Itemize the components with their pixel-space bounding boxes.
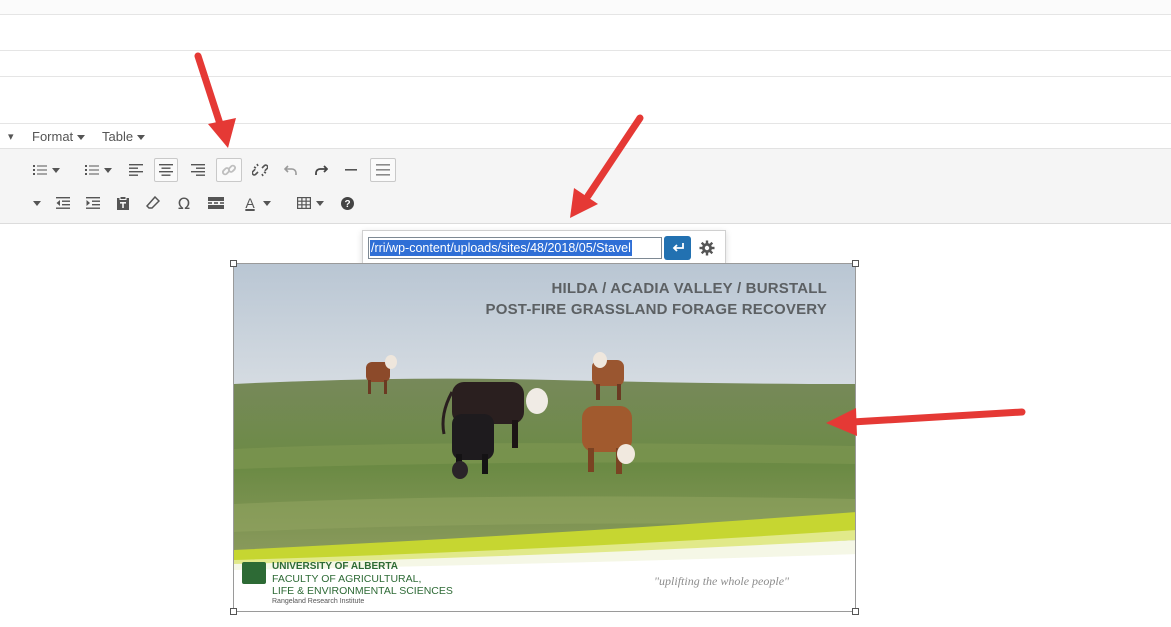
slide-tagline: "uplifting the whole people"	[654, 574, 790, 588]
divider	[0, 76, 1171, 77]
apply-link-button[interactable]	[664, 236, 691, 260]
faculty-line1: FACULTY OF AGRICULTURAL,	[272, 573, 422, 585]
bullet-list-icon	[32, 165, 47, 175]
read-more-button[interactable]	[204, 191, 228, 215]
align-left-icon	[129, 164, 143, 176]
numbered-list-icon	[84, 165, 99, 175]
read-more-icon	[208, 197, 224, 209]
special-character-button[interactable]: Ω	[172, 191, 196, 215]
chevron-down-icon	[315, 200, 324, 206]
unlink-icon	[252, 163, 268, 177]
slide-title-line1: HILDA / ACADIA VALLEY / BURSTALL	[551, 280, 827, 297]
menu-insert-caret[interactable]: ▾	[8, 130, 14, 143]
svg-text:?: ?	[344, 199, 350, 210]
inline-link-popup: /rri/wp-content/uploads/sites/48/2018/05…	[362, 230, 726, 264]
annotation-arrow-icon	[194, 52, 236, 148]
omega-icon: Ω	[177, 193, 191, 213]
outdent-icon	[56, 197, 70, 209]
menu-table-label: Table	[102, 129, 134, 144]
paragraph-format-dropdown[interactable]	[28, 191, 46, 215]
table-button[interactable]	[290, 191, 330, 215]
university-crest-icon	[242, 562, 266, 584]
institute-name: Rangeland Research Institute	[272, 598, 365, 605]
help-button[interactable]: ?	[336, 191, 358, 215]
bullet-list-button[interactable]	[26, 158, 66, 182]
numbered-list-button[interactable]	[78, 158, 118, 182]
chevron-down-icon	[77, 135, 86, 140]
help-icon: ?	[340, 196, 354, 210]
enter-arrow-icon	[672, 243, 684, 252]
chevron-down-icon	[51, 167, 60, 173]
align-center-icon	[159, 164, 173, 176]
indent-button[interactable]	[82, 191, 104, 215]
resize-handle-bottom-right[interactable]	[852, 608, 859, 615]
outdent-button[interactable]	[52, 191, 74, 215]
chevron-down-icon	[137, 135, 146, 140]
paste-as-text-button[interactable]	[112, 191, 134, 215]
text-color-button[interactable]: A	[236, 191, 280, 215]
align-center-button[interactable]	[154, 158, 178, 182]
university-name: UNIVERSITY OF ALBERTA	[272, 561, 398, 572]
table-icon	[296, 197, 311, 209]
insert-link-button[interactable]	[216, 158, 242, 182]
align-right-icon	[191, 164, 205, 176]
paste-as-text-icon	[117, 195, 129, 210]
divider	[0, 50, 1171, 51]
align-right-button[interactable]	[186, 158, 210, 182]
undo-icon	[284, 165, 297, 175]
align-left-button[interactable]	[124, 158, 148, 182]
annotation-arrow-icon	[570, 114, 644, 218]
menu-format[interactable]: Format	[32, 129, 86, 144]
resize-handle-top-right[interactable]	[852, 260, 859, 267]
chevron-down-icon	[262, 200, 271, 206]
clear-formatting-button[interactable]	[142, 191, 164, 215]
chevron-down-icon	[103, 167, 112, 173]
indent-icon	[86, 197, 100, 209]
menu-table[interactable]: Table	[102, 129, 146, 144]
resize-handle-bottom-left[interactable]	[230, 608, 237, 615]
link-settings-button[interactable]	[696, 237, 718, 259]
clear-formatting-icon	[146, 196, 160, 209]
toolbar-toggle-button[interactable]	[370, 158, 396, 182]
insert-link-icon	[221, 164, 237, 176]
horizontal-line-button[interactable]	[340, 158, 362, 182]
redo-button[interactable]	[310, 158, 332, 182]
link-url-input[interactable]: /rri/wp-content/uploads/sites/48/2018/05…	[368, 237, 662, 259]
undo-button[interactable]	[280, 158, 302, 182]
redo-icon	[315, 165, 328, 175]
chevron-down-icon	[33, 200, 41, 206]
gear-icon	[699, 240, 715, 256]
text-color-icon: A	[245, 195, 255, 211]
annotation-arrow-icon	[826, 408, 1026, 436]
faculty-line2: LIFE & ENVIRONMENTAL SCIENCES	[272, 585, 453, 597]
menu-format-label: Format	[32, 129, 74, 144]
title-field[interactable]	[0, 0, 1171, 14]
selected-image[interactable]: HILDA / ACADIA VALLEY / BURSTALL POST-FI…	[233, 263, 856, 612]
permalink-field[interactable]	[0, 15, 1171, 50]
horizontal-line-icon	[345, 169, 357, 171]
resize-handle-top-left[interactable]	[230, 260, 237, 267]
link-url-value: /rri/wp-content/uploads/sites/48/2018/05…	[370, 240, 632, 256]
slide-title-line2: POST-FIRE GRASSLAND FORAGE RECOVERY	[485, 301, 827, 318]
toolbar-toggle-icon	[376, 164, 390, 176]
unlink-button[interactable]	[248, 158, 272, 182]
